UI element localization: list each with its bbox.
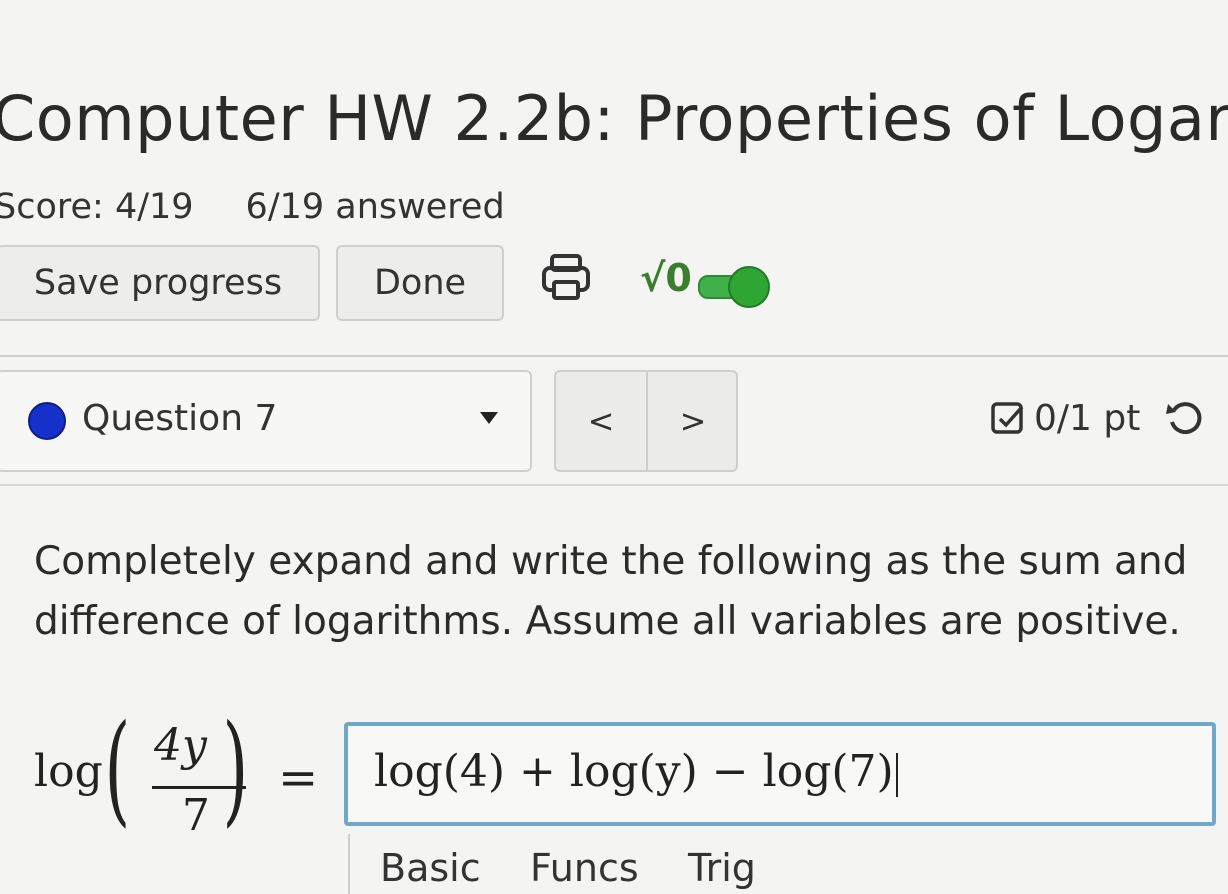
done-button[interactable]: Done — [336, 245, 504, 321]
retry-icon[interactable] — [1164, 398, 1206, 440]
question-prompt: Completely expand and write the followin… — [34, 532, 1228, 652]
save-progress-button[interactable]: Save progress — [0, 245, 320, 321]
divider — [0, 484, 1228, 486]
math-entry-toggle-label[interactable]: √0 — [640, 256, 692, 300]
left-paren: ( — [104, 700, 131, 839]
score-row: Score: 4/19 6/19 answered — [0, 187, 505, 227]
top-strip — [0, 0, 1228, 8]
printer-icon[interactable] — [538, 250, 594, 306]
checkbox-icon — [991, 401, 1024, 434]
question-select-label: Question 7 — [82, 398, 278, 439]
answer-text: log(4) + log(y) − log(7) — [374, 746, 894, 797]
answer-value: log(4) + log(y) − log(7) — [374, 746, 898, 797]
page-title: Computer HW 2.2b: Properties of Logari — [0, 82, 1228, 155]
prompt-line: Completely expand and write the followin… — [34, 539, 1188, 584]
question-status-dot — [28, 402, 66, 440]
next-question-button[interactable]: > — [648, 372, 736, 470]
palette-tab-trig[interactable]: Trig — [688, 846, 756, 890]
previous-question-button[interactable]: < — [556, 372, 648, 470]
divider — [0, 355, 1228, 357]
expression-lhs: log ( 4y 7 ) = — [34, 700, 334, 842]
toggle-knob — [728, 266, 770, 308]
prompt-line: difference of logarithms. Assume all var… — [34, 599, 1181, 644]
question-select[interactable]: Question 7 — [0, 370, 532, 472]
log-function: log — [34, 746, 103, 797]
answer-input[interactable]: log(4) + log(y) − log(7) — [344, 722, 1216, 826]
points-indicator: 0/1 pt — [990, 398, 1140, 439]
fraction-denominator: 7 — [182, 790, 210, 841]
palette-tab-basic[interactable]: Basic — [380, 846, 481, 890]
caret-down-icon — [480, 412, 498, 424]
text-cursor — [895, 752, 898, 797]
question-nav-group: < > — [554, 370, 738, 472]
fraction-numerator: 4y — [154, 720, 207, 771]
math-palette: Basic Funcs Trig — [348, 834, 1228, 894]
score-text: Score: 4/19 — [0, 187, 194, 227]
equals-sign: = — [278, 750, 319, 806]
points-text: 0/1 pt — [1034, 398, 1141, 439]
palette-tab-funcs[interactable]: Funcs — [530, 846, 639, 890]
math-entry-toggle[interactable] — [698, 266, 770, 308]
right-paren: ) — [222, 700, 249, 839]
answered-count: 6/19 answered — [245, 187, 505, 227]
